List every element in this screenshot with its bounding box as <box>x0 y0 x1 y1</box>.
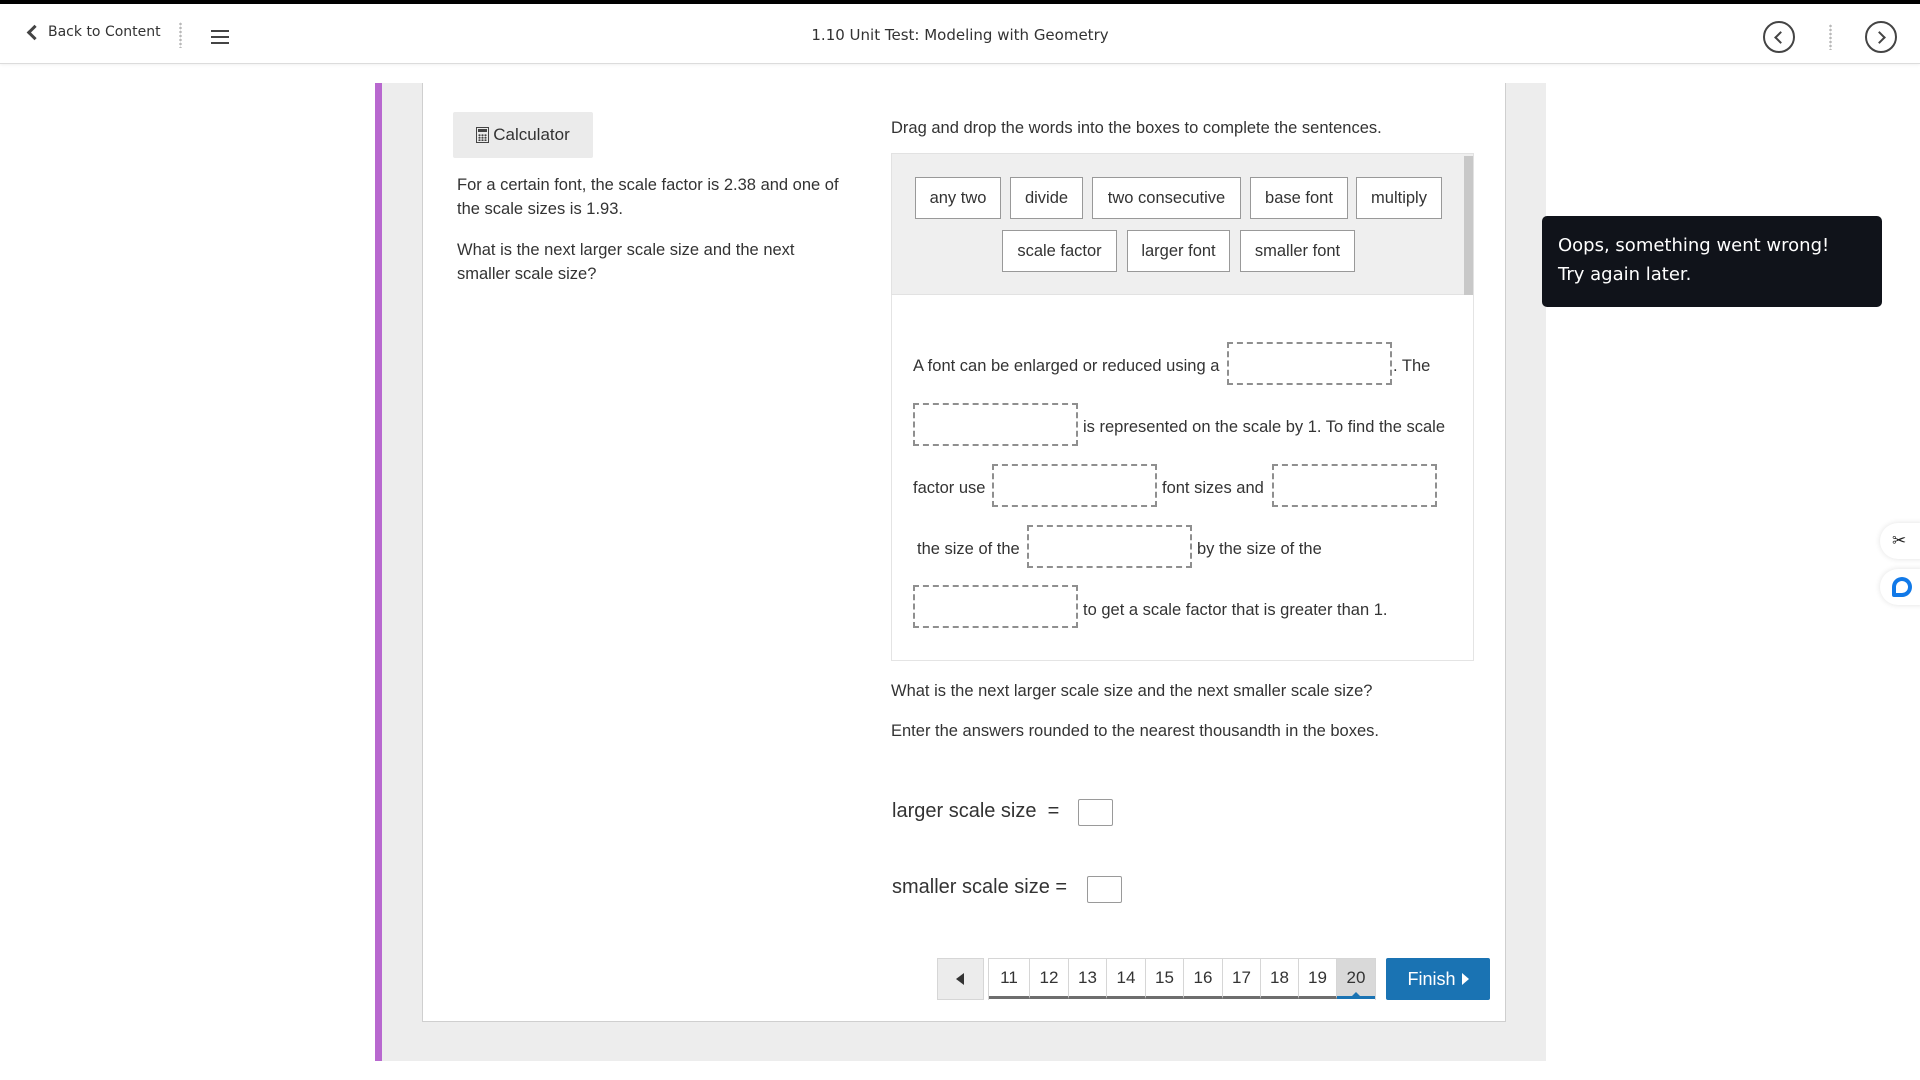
page-13[interactable]: 13 <box>1069 959 1107 999</box>
larger-scale-input[interactable] <box>1078 799 1113 826</box>
finish-button[interactable]: Finish <box>1386 958 1490 1000</box>
word-chip[interactable]: scale factor <box>1002 230 1117 272</box>
sentence-text: is represented on the scale by 1. To fin… <box>1083 418 1446 436</box>
calculator-icon <box>476 127 490 143</box>
caret-right-icon <box>1461 973 1469 985</box>
toast-line-2: Try again later. <box>1558 264 1692 285</box>
previous-activity-button[interactable] <box>1763 21 1795 53</box>
drop-box-2[interactable] <box>913 403 1078 446</box>
word-chip[interactable]: two consecutive <box>1092 177 1241 219</box>
word-chip[interactable]: multiply <box>1356 177 1442 219</box>
word-bank <box>891 153 1474 296</box>
drop-box-1[interactable] <box>1227 342 1392 385</box>
sentence-text: to get a scale factor that is greater th… <box>1083 601 1388 619</box>
word-chip[interactable]: any two <box>915 177 1001 219</box>
word-chip[interactable]: larger font <box>1127 230 1230 272</box>
snip-tool-button[interactable]: ✂ <box>1880 523 1920 559</box>
smaller-scale-input[interactable] <box>1087 876 1122 903</box>
chat-widget-button[interactable] <box>1880 569 1920 605</box>
page-20-current[interactable]: 20 <box>1337 959 1375 999</box>
page-15[interactable]: 15 <box>1146 959 1184 999</box>
calculator-button[interactable]: Calculator <box>453 112 593 158</box>
page-title: 1.10 Unit Test: Modeling with Geometry <box>811 26 1109 44</box>
next-activity-button[interactable] <box>1865 21 1897 53</box>
page-16[interactable]: 16 <box>1184 959 1223 999</box>
scissors-icon: ✂ <box>1892 531 1907 551</box>
word-chip[interactable]: divide <box>1010 177 1083 219</box>
sentence-text: font sizes and <box>1162 479 1264 497</box>
finish-label: Finish <box>1407 968 1456 989</box>
word-chip[interactable]: smaller font <box>1240 230 1355 272</box>
question-prompt-2: What is the next larger scale size and t… <box>457 241 795 283</box>
drop-box-6[interactable] <box>913 585 1078 628</box>
sentence-text: factor use <box>913 479 986 497</box>
activity-accent-bar <box>375 83 382 1061</box>
sentence-text: by the size of the <box>1197 540 1322 558</box>
larger-scale-label: larger scale size = <box>892 800 1060 822</box>
previous-page-button[interactable] <box>937 958 984 1000</box>
word-bank-scrollbar[interactable] <box>1464 156 1473 296</box>
word-chip[interactable]: base font <box>1250 177 1348 219</box>
divider-dots <box>1829 24 1832 50</box>
sentence-text: the size of the <box>917 540 1020 558</box>
drop-box-3[interactable] <box>992 464 1157 507</box>
calculator-label: Calculator <box>493 125 570 144</box>
drag-drop-instruction: Drag and drop the words into the boxes t… <box>891 119 1382 137</box>
question-prompt: For a certain font, the scale factor is … <box>457 176 839 218</box>
page-17[interactable]: 17 <box>1223 959 1261 999</box>
toast-line-1: Oops, something went wrong! <box>1558 235 1830 256</box>
answer-question: What is the next larger scale size and t… <box>891 682 1373 700</box>
page-18[interactable]: 18 <box>1261 959 1299 999</box>
drop-box-4[interactable] <box>1272 464 1437 507</box>
page-11[interactable]: 11 <box>989 959 1030 999</box>
top-header: Back to Content 1.10 Unit Test: Modeling… <box>0 4 1920 64</box>
page-12[interactable]: 12 <box>1030 959 1069 999</box>
sentence-text: . The <box>1393 357 1431 375</box>
chat-bubble-icon <box>1892 577 1912 597</box>
error-toast: Oops, something went wrong! Try again la… <box>1542 216 1882 307</box>
drop-box-5[interactable] <box>1027 525 1192 568</box>
page-number-list: 11 12 13 14 15 16 17 18 19 20 <box>988 958 1376 1000</box>
page-14[interactable]: 14 <box>1107 959 1146 999</box>
page-19[interactable]: 19 <box>1299 959 1337 999</box>
answer-instruction: Enter the answers rounded to the nearest… <box>891 722 1379 740</box>
smaller-scale-label: smaller scale size = <box>892 876 1068 898</box>
sentence-text: A font can be enlarged or reduced using … <box>913 357 1220 375</box>
